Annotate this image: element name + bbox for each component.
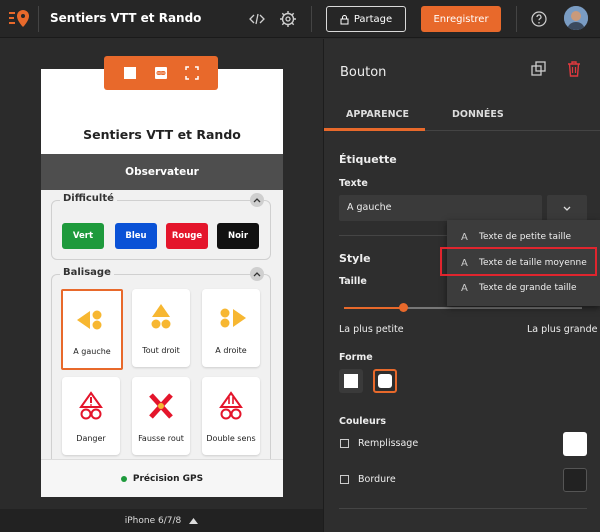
top-bar: Sentiers VTT et Rando Partage Enregistre… xyxy=(0,0,600,38)
arrow-left-icon xyxy=(75,305,109,335)
difficulty-green-button[interactable]: Vert xyxy=(62,223,104,249)
two-way-icon xyxy=(214,391,248,421)
caret-up-icon xyxy=(189,517,199,524)
size-max-label: La plus grande xyxy=(527,324,598,335)
size-min-label: La plus petite xyxy=(339,324,404,335)
duplicate-icon[interactable] xyxy=(531,61,547,77)
device-label: iPhone 6/7/8 xyxy=(124,515,182,526)
marking-section: Balisage A gauche Tout droit A droite Da… xyxy=(51,267,271,459)
marking-danger-card[interactable]: Danger xyxy=(62,377,120,455)
shape-rounded-option[interactable] xyxy=(373,369,397,393)
trash-icon[interactable] xyxy=(567,61,583,77)
style-section-title: Style xyxy=(339,252,371,265)
resize-icon[interactable] xyxy=(184,65,200,81)
marking-label: Danger xyxy=(76,434,106,443)
difficulty-black-button[interactable]: Noir xyxy=(217,223,259,249)
marking-label: A gauche xyxy=(73,347,111,356)
label-section-title: Étiquette xyxy=(339,153,397,166)
difficulty-blue-button[interactable]: Bleu xyxy=(115,223,157,249)
phone-body: Difficulté Vert Bleu Rouge Noir Balisage… xyxy=(41,190,283,459)
text-size-select[interactable] xyxy=(547,195,587,221)
chevron-up-icon[interactable] xyxy=(250,193,264,207)
marking-two-way-card[interactable]: Double sens xyxy=(202,377,260,455)
fill-checkbox[interactable] xyxy=(340,439,349,448)
marking-label: A droite xyxy=(215,346,247,355)
logo-icon[interactable] xyxy=(8,8,30,30)
gps-status-dot xyxy=(120,475,127,482)
marking-title: Balisage xyxy=(60,267,114,278)
size-label: Taille xyxy=(339,276,367,287)
highlight-box xyxy=(440,247,597,276)
size-slider-fill xyxy=(344,307,404,309)
text-size-icon: A xyxy=(461,282,468,294)
gps-label: Précision GPS xyxy=(132,473,204,484)
difficulty-title: Difficulté xyxy=(60,193,117,204)
shape-square-option[interactable] xyxy=(339,369,363,393)
save-button[interactable]: Enregistrer xyxy=(421,6,501,32)
marking-label: Fausse rout xyxy=(138,434,184,443)
app-title: Sentiers VTT et Rando xyxy=(50,11,202,25)
fill-color-swatch[interactable] xyxy=(563,432,587,456)
arrow-right-icon xyxy=(214,303,248,333)
text-label: Texte xyxy=(339,178,368,189)
observer-bar[interactable]: Observateur xyxy=(41,154,283,190)
menu-item-label: Texte de petite taille xyxy=(479,232,571,242)
marking-straight-card[interactable]: Tout droit xyxy=(132,289,190,367)
tab-appearance[interactable]: APPARENCE xyxy=(346,109,409,120)
text-size-icon: A xyxy=(461,231,468,243)
code-icon[interactable] xyxy=(246,8,268,30)
element-toolbar xyxy=(104,56,218,90)
marking-left-card[interactable]: A gauche xyxy=(61,289,123,370)
lock-icon xyxy=(340,14,349,24)
avatar[interactable] xyxy=(564,6,588,30)
square-icon[interactable] xyxy=(122,65,138,81)
fill-label: Remplissage xyxy=(358,438,419,449)
device-selector[interactable]: iPhone 6/7/8 xyxy=(0,509,323,532)
size-slider-thumb[interactable] xyxy=(399,303,408,312)
help-icon[interactable] xyxy=(528,8,550,30)
difficulty-red-button[interactable]: Rouge xyxy=(166,223,208,249)
gear-icon[interactable] xyxy=(277,8,299,30)
border-label: Bordure xyxy=(358,474,396,485)
link-icon[interactable] xyxy=(153,65,169,81)
menu-item-label: Texte de grande taille xyxy=(479,283,577,293)
share-button[interactable]: Partage xyxy=(326,6,406,32)
gps-bar: Précision GPS xyxy=(41,459,283,497)
border-color-swatch[interactable] xyxy=(563,468,587,492)
share-label: Partage xyxy=(353,13,393,25)
preview-area: Sentiers VTT et Rando Observateur Diffic… xyxy=(0,39,323,532)
divider xyxy=(38,6,39,32)
menu-item-large[interactable]: A Texte de grande taille xyxy=(447,277,600,299)
difficulty-section: Difficulté Vert Bleu Rouge Noir xyxy=(51,193,271,260)
border-checkbox[interactable] xyxy=(340,475,349,484)
marking-right-card[interactable]: A droite xyxy=(202,289,260,367)
chevron-up-icon[interactable] xyxy=(250,267,264,281)
marking-label: Tout droit xyxy=(142,346,180,355)
panel-tabs: APPARENCE DONNÉES xyxy=(324,101,600,131)
menu-item-small[interactable]: A Texte de petite taille xyxy=(447,226,600,248)
danger-icon xyxy=(74,391,108,421)
phone-preview: Sentiers VTT et Rando Observateur Diffic… xyxy=(41,69,283,497)
cross-icon xyxy=(144,391,178,421)
colors-label: Couleurs xyxy=(339,416,387,427)
marking-label: Double sens xyxy=(206,434,256,443)
chevron-down-icon xyxy=(563,206,571,211)
divider xyxy=(516,6,517,32)
phone-title: Sentiers VTT et Rando xyxy=(83,127,241,142)
divider xyxy=(311,6,312,32)
active-tab-indicator xyxy=(324,128,425,131)
marking-wrong-way-card[interactable]: Fausse rout xyxy=(132,377,190,455)
divider xyxy=(339,508,587,509)
shape-label: Forme xyxy=(339,352,373,363)
panel-title: Bouton xyxy=(340,65,387,80)
tab-data[interactable]: DONNÉES xyxy=(452,109,504,120)
text-input[interactable]: A gauche xyxy=(339,195,542,221)
arrow-up-icon xyxy=(144,303,178,333)
